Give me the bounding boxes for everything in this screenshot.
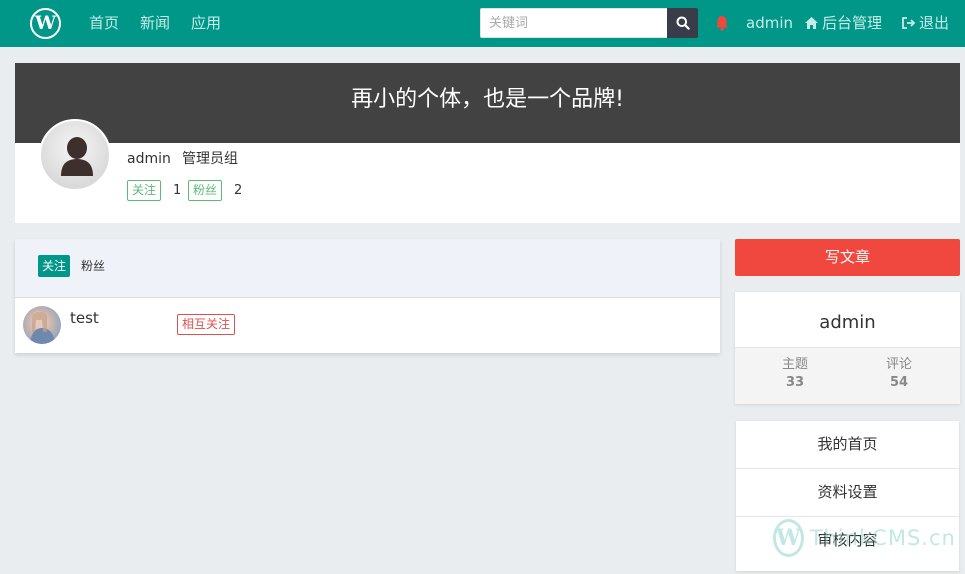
nav-link-home[interactable]: 首页 [89, 13, 119, 33]
tab-following[interactable]: 关注 [38, 255, 71, 277]
fans-count: 2 [234, 183, 243, 198]
stat-comments-value: 54 [889, 375, 909, 390]
mutual-follow-badge: 相互关注 [177, 314, 236, 335]
watermark-text: ThinkCMS.cn [809, 526, 956, 550]
write-article-button[interactable]: 写文章 [735, 239, 960, 276]
list-tabs: 关注 粉丝 [15, 239, 720, 298]
following-count: 1 [173, 183, 182, 198]
site-logo[interactable]: W [30, 8, 61, 39]
watermark: W ThinkCMS.cn [773, 517, 956, 559]
profile-group: 管理员组 [182, 151, 238, 167]
user-summary-card: admin 主题 33 评论 54 [735, 292, 960, 404]
home-icon [805, 17, 818, 29]
following-tag[interactable]: 关注 [127, 180, 162, 201]
user-stats: 主题 33 评论 54 [735, 348, 960, 404]
stat-comments-label: 评论 [885, 357, 912, 372]
watermark-logo: W [773, 519, 804, 557]
stat-topics: 主题 33 [739, 356, 851, 392]
nav-link-apps[interactable]: 应用 [191, 13, 221, 33]
top-navbar: W 首页 新闻 应用 admin 后台管理 退出 [0, 0, 965, 47]
follow-list-panel: 关注 粉丝 test 相互关注 [15, 239, 720, 353]
fans-tag[interactable]: 粉丝 [188, 180, 223, 201]
avatar[interactable] [23, 306, 61, 344]
user-silhouette-icon [61, 137, 93, 176]
user-link[interactable]: admin [746, 13, 793, 33]
nav-link-news[interactable]: 新闻 [140, 13, 170, 33]
search-input[interactable] [480, 8, 667, 38]
profile-avatar [39, 119, 111, 191]
sign-out-icon [902, 17, 916, 29]
profile-slogan: 再小的个体，也是一个品牌! [15, 63, 960, 143]
profile-name: admin [127, 151, 171, 167]
bell-icon[interactable] [713, 14, 731, 32]
stat-comments: 评论 54 [843, 356, 955, 392]
menu-item-my-home[interactable]: 我的首页 [736, 421, 959, 469]
logout-link[interactable]: 退出 [901, 13, 949, 33]
logout-label: 退出 [919, 14, 950, 32]
tab-fans[interactable]: 粉丝 [81, 255, 105, 277]
sidebar-username: admin [735, 292, 960, 348]
user-photo-icon [30, 311, 55, 344]
stat-topics-value: 33 [785, 375, 805, 390]
menu-item-profile-settings[interactable]: 资料设置 [736, 469, 959, 517]
admin-panel-label: 后台管理 [822, 14, 883, 32]
search-button[interactable] [667, 8, 698, 38]
admin-panel-link[interactable]: 后台管理 [804, 13, 882, 33]
stat-topics-label: 主题 [781, 357, 808, 372]
list-item-name[interactable]: test [70, 308, 99, 328]
search-icon [676, 16, 690, 30]
profile-card: 再小的个体，也是一个品牌! admin 管理员组 关注 1 粉丝 2 [15, 63, 960, 223]
